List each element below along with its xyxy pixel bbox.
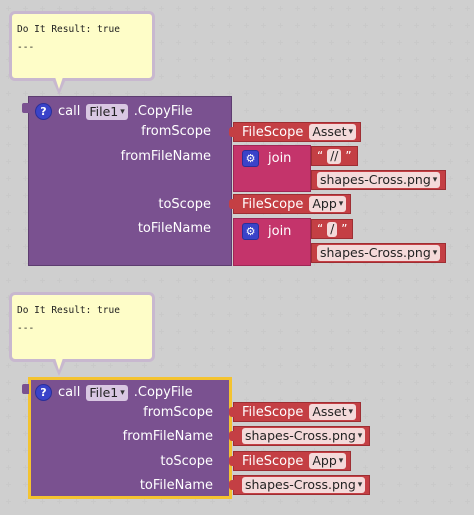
chevron-down-icon: ▾ — [120, 387, 125, 398]
asset-dropdown[interactable]: shapes-Cross.png ▾ — [317, 245, 441, 261]
do-it-result-bubble: Do It Result: true --- — [9, 11, 155, 95]
filescope-label: FileScope — [242, 453, 304, 469]
param-fromscope-label: fromScope — [143, 405, 213, 420]
scope-dropdown[interactable]: App ▾ — [309, 196, 347, 212]
chevron-down-icon: ▾ — [357, 431, 363, 441]
block-plug — [229, 456, 234, 466]
asset-name: shapes-Cross.png — [245, 477, 356, 492]
filescope-asset-block[interactable]: FileScope Asset ▾ — [229, 402, 362, 422]
text-block[interactable]: “ // ” — [311, 146, 358, 166]
block-connector — [22, 384, 29, 394]
filescope-label: FileScope — [242, 196, 304, 212]
filescope-app-block[interactable]: FileScope App ▾ — [229, 451, 352, 471]
method-label: .CopyFile — [133, 104, 193, 119]
bubble-tail — [52, 358, 66, 376]
scope-value: App — [312, 453, 337, 468]
block-plug — [229, 127, 234, 137]
bubble-tail — [52, 77, 66, 95]
call-label: call — [58, 385, 81, 400]
call-label: call — [58, 104, 81, 119]
asset-name: shapes-Cross.png — [320, 245, 431, 260]
text-block[interactable]: “ / ” — [311, 219, 354, 239]
text-value[interactable]: / — [327, 221, 338, 237]
chevron-down-icon: ▾ — [338, 456, 344, 466]
block-connector — [22, 103, 29, 113]
chevron-down-icon: ▾ — [432, 248, 438, 258]
scope-value: Asset — [312, 124, 347, 139]
scope-value: App — [312, 196, 337, 211]
close-quote: ” — [345, 149, 352, 163]
param-fromscope-label: fromScope — [141, 124, 211, 139]
do-it-result-bubble: Do It Result: true --- — [9, 292, 155, 376]
component-dropdown[interactable]: File1 ▾ — [86, 103, 128, 120]
chevron-down-icon: ▾ — [357, 480, 363, 490]
asset-file-block[interactable]: shapes-Cross.png ▾ — [311, 170, 447, 190]
join-label: join — [268, 151, 292, 166]
block-plug — [229, 407, 234, 417]
asset-file-block[interactable]: shapes-Cross.png ▾ — [229, 426, 371, 446]
param-tofilename-label: toFileName — [139, 478, 213, 493]
copyfile-call-block-selected[interactable]: ? call File1 ▾ .CopyFile fromScope fromF… — [22, 377, 232, 499]
open-quote: “ — [317, 222, 324, 236]
asset-file-block[interactable]: shapes-Cross.png ▾ — [229, 475, 371, 495]
join-label: join — [268, 224, 292, 239]
asset-file-block[interactable]: shapes-Cross.png ▾ — [311, 243, 447, 263]
join-block[interactable]: ⚙ join — [233, 145, 311, 192]
bubble-result-text: Do It Result: true — [17, 305, 120, 316]
block-plug — [229, 480, 234, 490]
scope-value: Asset — [312, 404, 347, 419]
chevron-down-icon: ▾ — [348, 127, 354, 137]
scope-dropdown[interactable]: Asset ▾ — [309, 124, 357, 140]
bubble-result-text: Do It Result: true — [17, 24, 120, 35]
method-label: .CopyFile — [133, 385, 193, 400]
filescope-label: FileScope — [242, 124, 304, 140]
bubble-separator: --- — [17, 42, 35, 53]
text-value[interactable]: // — [327, 148, 342, 164]
block-plug — [229, 199, 234, 209]
chevron-down-icon: ▾ — [432, 175, 438, 185]
scope-dropdown[interactable]: App ▾ — [309, 453, 347, 469]
gear-icon[interactable]: ⚙ — [242, 223, 259, 240]
chevron-down-icon: ▾ — [338, 199, 344, 209]
open-quote: “ — [317, 149, 324, 163]
param-fromfilename-label: fromFileName — [122, 429, 213, 444]
component-name: File1 — [89, 384, 119, 400]
component-dropdown[interactable]: File1 ▾ — [86, 384, 128, 401]
filescope-asset-block[interactable]: FileScope Asset ▾ — [229, 122, 362, 142]
filescope-label: FileScope — [242, 404, 304, 420]
asset-name: shapes-Cross.png — [245, 428, 356, 443]
param-tofilename-label: toFileName — [137, 221, 211, 236]
gear-icon[interactable]: ⚙ — [242, 150, 259, 167]
param-toscope-label: toScope — [160, 454, 213, 469]
asset-dropdown[interactable]: shapes-Cross.png ▾ — [242, 477, 366, 493]
help-icon[interactable]: ? — [35, 384, 52, 401]
component-name: File1 — [89, 103, 119, 119]
bubble-separator: --- — [17, 323, 35, 334]
chevron-down-icon: ▾ — [348, 407, 354, 417]
chevron-down-icon: ▾ — [120, 106, 125, 117]
param-toscope-label: toScope — [158, 197, 211, 212]
asset-dropdown[interactable]: shapes-Cross.png ▾ — [317, 172, 441, 188]
scope-dropdown[interactable]: Asset ▾ — [309, 404, 357, 420]
asset-dropdown[interactable]: shapes-Cross.png ▾ — [242, 428, 366, 444]
copyfile-call-block[interactable]: ? call File1 ▾ .CopyFile fromScope fromF… — [22, 96, 232, 266]
join-block[interactable]: ⚙ join — [233, 218, 311, 266]
param-fromfilename-label: fromFileName — [120, 149, 211, 164]
close-quote: ” — [341, 222, 348, 236]
filescope-app-block[interactable]: FileScope App ▾ — [229, 194, 352, 214]
block-plug — [229, 431, 234, 441]
asset-name: shapes-Cross.png — [320, 172, 431, 187]
help-icon[interactable]: ? — [35, 103, 52, 120]
